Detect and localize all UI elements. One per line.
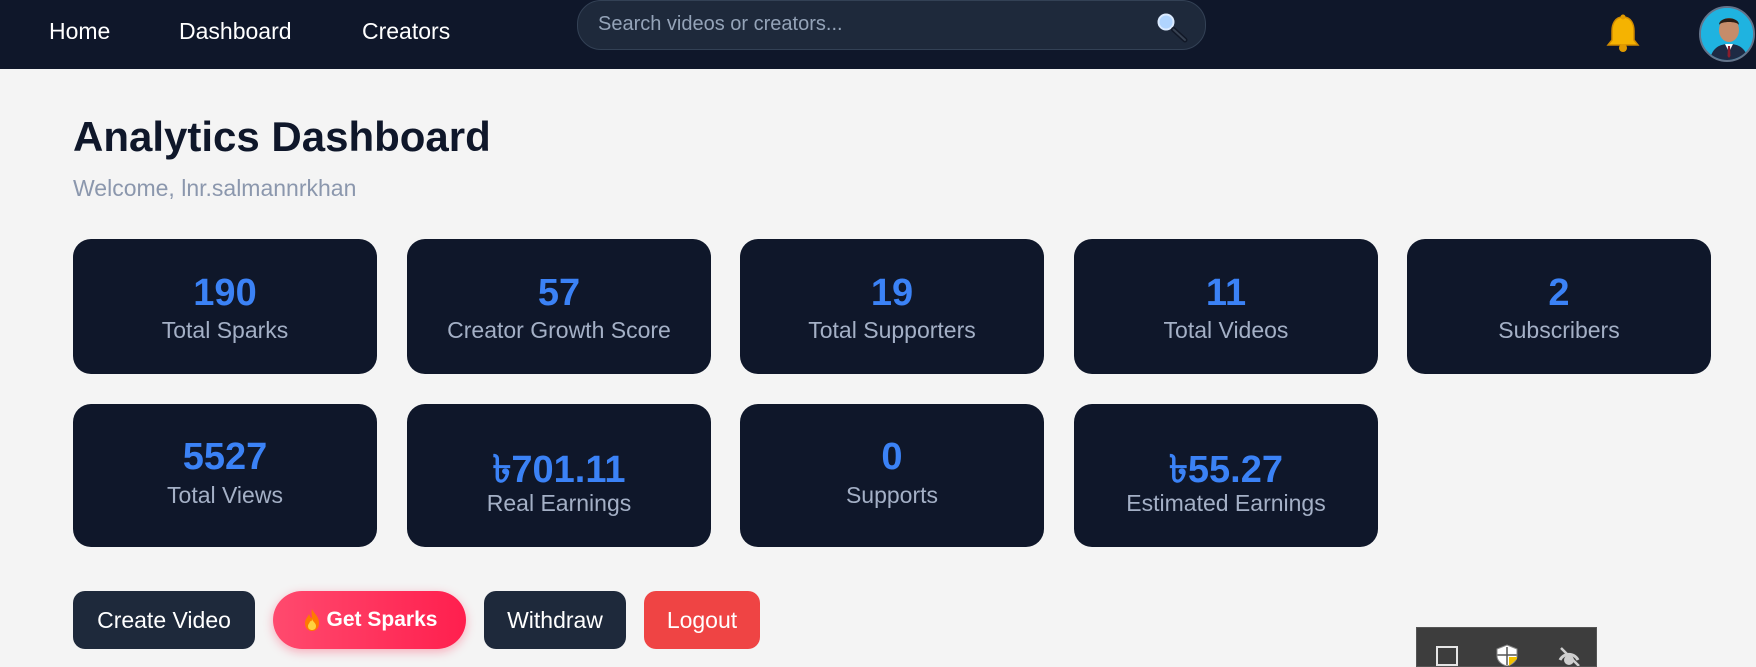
- nav-creators-link[interactable]: Creators: [362, 18, 450, 45]
- stat-value: 0: [881, 436, 903, 478]
- get-sparks-button[interactable]: Get Sparks: [273, 591, 466, 649]
- fire-icon: [304, 609, 319, 631]
- stat-card-total-videos: 11 Total Videos: [1074, 239, 1378, 374]
- top-nav-bar: Home Dashboard Creators: [0, 0, 1756, 69]
- stat-label: Total Sparks: [161, 317, 289, 343]
- user-avatar[interactable]: [1699, 6, 1755, 62]
- stat-card-supports: 0 Supports: [740, 404, 1044, 547]
- stat-card-total-supporters: 19 Total Supporters: [740, 239, 1044, 374]
- stat-label: Subscribers: [1498, 317, 1620, 343]
- search-bar: [577, 0, 1206, 50]
- stat-label: Estimated Earnings: [1126, 490, 1326, 516]
- stat-label: Real Earnings: [486, 490, 632, 516]
- logout-button[interactable]: Logout: [644, 591, 760, 649]
- avatar-photo: [1701, 8, 1753, 60]
- stat-card-subscribers: 2 Subscribers: [1407, 239, 1711, 374]
- system-tray-popup: [1416, 627, 1597, 667]
- stat-value: 190: [193, 272, 257, 314]
- search-button[interactable]: [1151, 7, 1191, 45]
- stat-value: 5527: [182, 436, 268, 478]
- notification-button[interactable]: [1605, 14, 1641, 54]
- nav-dashboard-link[interactable]: Dashboard: [179, 18, 292, 45]
- stat-card-estimated-earnings: ৳55.27 Estimated Earnings: [1074, 404, 1378, 547]
- network-off-icon[interactable]: [1557, 644, 1581, 666]
- shield-icon[interactable]: [1495, 644, 1519, 666]
- search-input[interactable]: [598, 9, 1118, 39]
- stat-card-real-earnings: ৳701.11 Real Earnings: [407, 404, 711, 547]
- stat-label: Total Videos: [1163, 317, 1289, 343]
- stat-value: 19: [870, 272, 914, 314]
- stat-card-total-sparks: 190 Total Sparks: [73, 239, 377, 374]
- stat-label: Supports: [845, 482, 939, 508]
- stat-label: Total Supporters: [808, 317, 976, 343]
- stat-label: Total Views: [167, 482, 283, 508]
- welcome-message: Welcome, lnr.salmannrkhan: [73, 175, 357, 201]
- stat-card-total-views: 5527 Total Views: [73, 404, 377, 547]
- stat-label: Creator Growth Score: [447, 317, 671, 343]
- create-video-button[interactable]: Create Video: [73, 591, 255, 649]
- bell-icon: [1606, 14, 1640, 52]
- withdraw-button[interactable]: Withdraw: [484, 591, 626, 649]
- stat-card-creator-growth-score: 57 Creator Growth Score: [407, 239, 711, 374]
- magnifier-icon: [1154, 10, 1188, 43]
- stat-value: 57: [537, 272, 581, 314]
- nav-home-link[interactable]: Home: [49, 18, 110, 45]
- window-icon[interactable]: [1436, 646, 1458, 666]
- page-title: Analytics Dashboard: [73, 113, 491, 160]
- stat-value: 2: [1548, 272, 1570, 314]
- get-sparks-label: Get Sparks: [326, 608, 438, 631]
- stat-value: 11: [1205, 272, 1247, 314]
